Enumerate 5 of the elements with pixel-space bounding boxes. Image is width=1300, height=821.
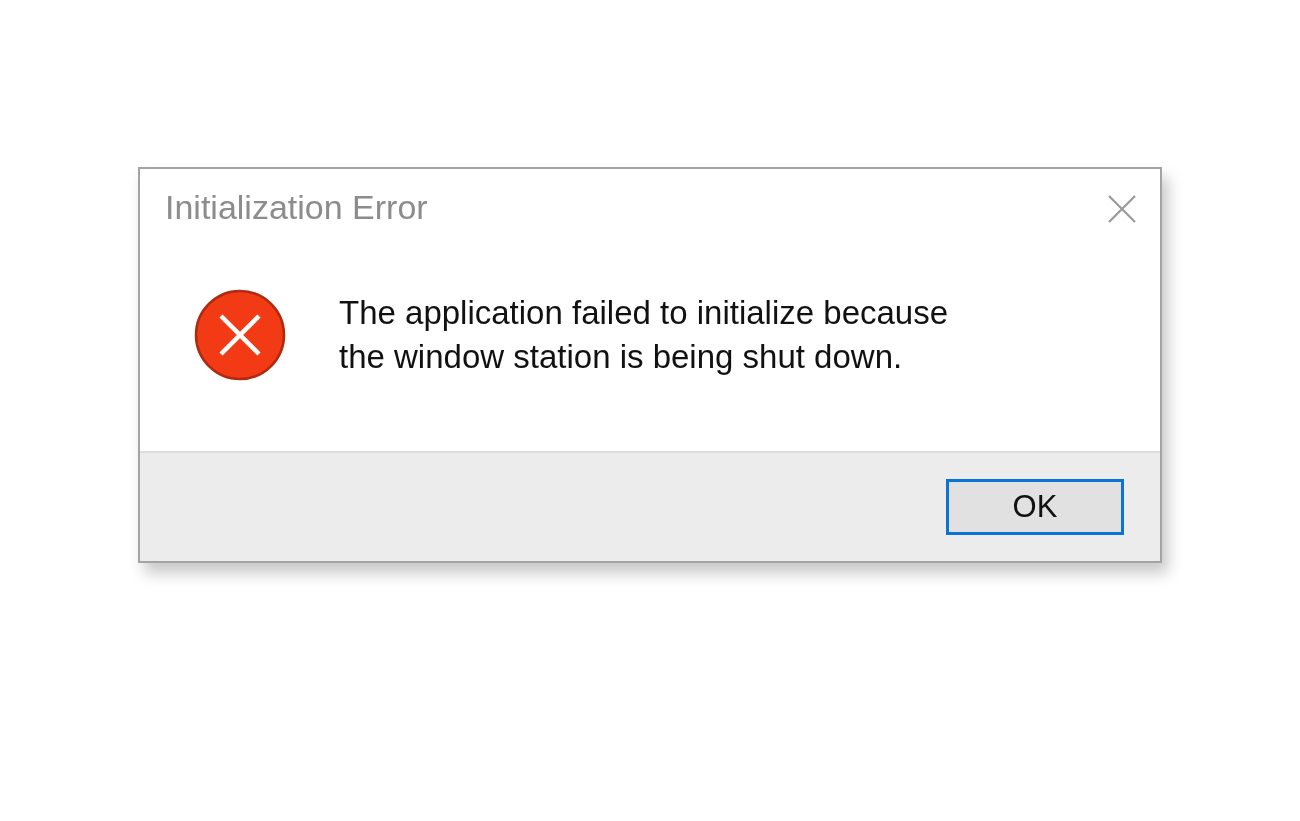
window-title: Initialization Error	[165, 187, 428, 227]
error-message: The application failed to initialize because the window station is being shut down.	[339, 293, 950, 377]
close-icon	[1108, 195, 1136, 223]
ok-button[interactable]: OK	[946, 479, 1124, 535]
close-button[interactable]	[1106, 193, 1138, 225]
